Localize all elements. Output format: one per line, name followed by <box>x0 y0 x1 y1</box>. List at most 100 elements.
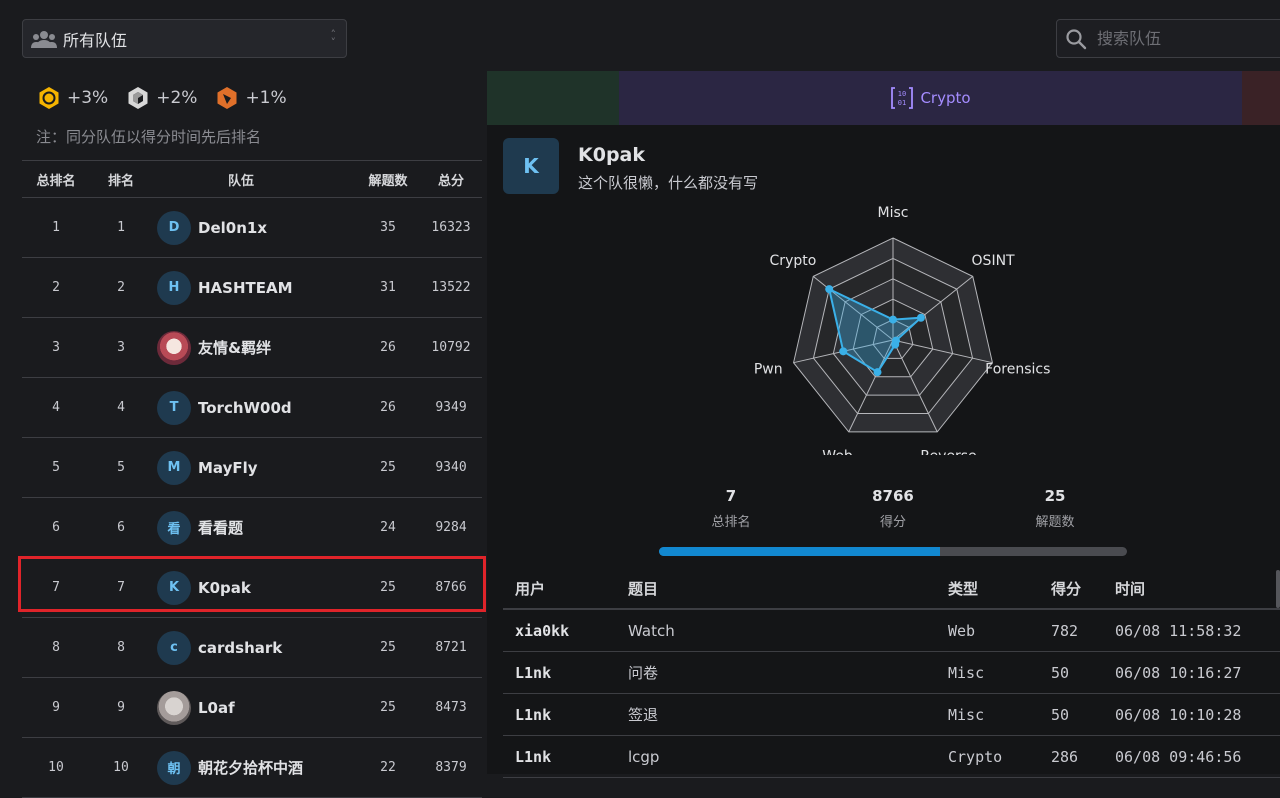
category-label: Crypto <box>920 89 971 107</box>
radar-point <box>891 340 900 349</box>
solve-type: Crypto <box>948 747 1003 766</box>
rank: 10 <box>113 760 129 775</box>
team-name-link[interactable]: cardshark <box>198 639 282 657</box>
ranking-header: 总排名 排名 队伍 解题数 总分 <box>22 161 482 198</box>
table-row[interactable]: 5 5 M MayFly 25 9340 <box>22 438 482 498</box>
category-segment[interactable] <box>487 71 619 125</box>
solve-user: xia0kk <box>515 621 570 640</box>
radar-point <box>825 285 834 294</box>
radar-point <box>889 315 897 324</box>
team-cell: c cardshark <box>152 630 330 665</box>
radar-point <box>839 347 848 356</box>
avatar: 看 <box>157 510 191 545</box>
stat-score: 8766 得分 <box>812 487 974 530</box>
solves-table: 用户 题目 类型 得分 时间 xia0kk Watch Web 782 06/08 11… <box>503 568 1280 778</box>
total-score: 9340 <box>435 460 467 475</box>
solve-type: Misc <box>948 705 985 724</box>
team-name-link[interactable]: HASHTEAM <box>198 279 293 297</box>
overall-rank: 6 <box>52 520 60 535</box>
category-segment-crypto[interactable]: 10 01 Crypto <box>619 71 1242 125</box>
scrollbar-thumb[interactable] <box>1276 570 1280 608</box>
team-cell: 朝朝花夕拾杯中酒 <box>152 750 330 785</box>
solved-count: 35 <box>380 220 396 235</box>
ranking-table: 总排名 排名 队伍 解题数 总分 1 1 D Del0n1x 35 16323 2 2 H HAS… <box>22 160 482 798</box>
col-solved: 解题数 <box>368 173 408 189</box>
rank: 4 <box>117 400 125 415</box>
overall-rank: 5 <box>52 460 60 475</box>
category-segment[interactable] <box>1242 71 1280 125</box>
rank: 5 <box>117 460 125 475</box>
svg-text:01: 01 <box>898 99 906 107</box>
solve-row: L1nk lcgp Crypto 286 06/08 09:46:56 <box>503 736 1280 778</box>
rank: 8 <box>117 640 125 655</box>
table-row[interactable]: 6 6 看看看题 24 9284 <box>22 498 482 558</box>
table-row[interactable]: 8 8 c cardshark 25 8721 <box>22 618 482 678</box>
bonus-gold: +3% <box>37 86 108 110</box>
overall-rank: 9 <box>52 700 60 715</box>
team-name-link[interactable]: MayFly <box>198 459 258 477</box>
users-icon <box>31 30 57 48</box>
total-score: 16323 <box>431 220 471 235</box>
ranking-note: 注：同分队伍以得分时间先后排名 <box>36 128 262 146</box>
team-avatar: K <box>503 138 559 194</box>
team-name-link[interactable]: TorchW00d <box>198 399 292 417</box>
team-name-link[interactable]: 友情&羁绊 <box>198 337 271 358</box>
team-filter-value: 所有队伍 <box>63 30 128 50</box>
bonus-gold-label: +3% <box>67 88 109 108</box>
stat-label: 总排名 <box>711 515 751 530</box>
solved-count: 25 <box>380 460 396 475</box>
radar-axis-label: Forensics <box>985 361 1050 377</box>
solve-score: 286 <box>1051 747 1079 766</box>
solve-row: xia0kk Watch Web 782 06/08 11:58:32 <box>503 610 1280 652</box>
solved-count: 25 <box>380 640 396 655</box>
overall-rank: 8 <box>52 640 60 655</box>
col-score: 得分 <box>1051 579 1082 598</box>
table-row[interactable]: 3 3 友情&羁绊 26 10792 <box>22 318 482 378</box>
table-row[interactable]: 2 2 H HASHTEAM 31 13522 <box>22 258 482 318</box>
team-name-link[interactable]: Del0n1x <box>198 219 267 237</box>
bonus-bronze-label: +1% <box>245 88 287 108</box>
solve-user: L1nk <box>515 747 552 766</box>
bonus-silver-label: +2% <box>156 88 198 108</box>
team-cell: D Del0n1x <box>152 210 330 245</box>
avatar: H <box>157 270 191 305</box>
radar-point <box>916 313 925 322</box>
score-progress-bar <box>659 547 1127 556</box>
chevron-updown-icon: ˄ ˅ <box>330 27 337 49</box>
solved-count: 25 <box>380 700 396 715</box>
rank: 2 <box>117 280 125 295</box>
bonus-silver: +2% <box>126 86 197 110</box>
team-name-link[interactable]: 看看题 <box>198 517 243 538</box>
radar-point <box>873 368 882 377</box>
team-cell: 看看看题 <box>152 510 330 545</box>
stat-overall-rank: 7 总排名 <box>650 487 812 530</box>
table-row[interactable]: 1 1 D Del0n1x 35 16323 <box>22 198 482 258</box>
table-row[interactable]: 4 4 T TorchW00d 26 9349 <box>22 378 482 438</box>
avatar <box>157 690 191 725</box>
solve-user: L1nk <box>515 705 552 724</box>
team-cell: T TorchW00d <box>152 390 330 425</box>
radar-axis-label: OSINT <box>972 253 1016 269</box>
overall-rank: 3 <box>52 340 60 355</box>
search-input[interactable] <box>1095 28 1269 49</box>
solve-time: 06/08 10:10:28 <box>1115 705 1242 724</box>
rank: 9 <box>117 700 125 715</box>
binary-icon: 10 01 <box>891 87 914 109</box>
solve-score: 50 <box>1051 663 1070 682</box>
rank: 6 <box>117 520 125 535</box>
team-name-link[interactable]: L0af <box>198 699 235 717</box>
progress-fill <box>659 547 940 556</box>
avatar: c <box>157 630 191 665</box>
avatar: T <box>157 390 191 425</box>
table-row[interactable]: 10 10 朝朝花夕拾杯中酒 22 8379 <box>22 738 482 798</box>
team-cell: 友情&羁绊 <box>152 330 330 365</box>
team-name-link[interactable]: 朝花夕拾杯中酒 <box>198 757 303 778</box>
solve-type: Web <box>948 621 976 640</box>
table-row[interactable]: 9 9 L0af 25 8473 <box>22 678 482 738</box>
total-score: 9349 <box>435 400 467 415</box>
solve-challenge: lcgp <box>628 747 660 766</box>
team-search[interactable] <box>1056 19 1280 58</box>
total-score: 13522 <box>431 280 471 295</box>
team-filter-select[interactable]: 所有队伍 ˄ ˅ <box>22 19 347 58</box>
solved-count: 26 <box>380 340 396 355</box>
